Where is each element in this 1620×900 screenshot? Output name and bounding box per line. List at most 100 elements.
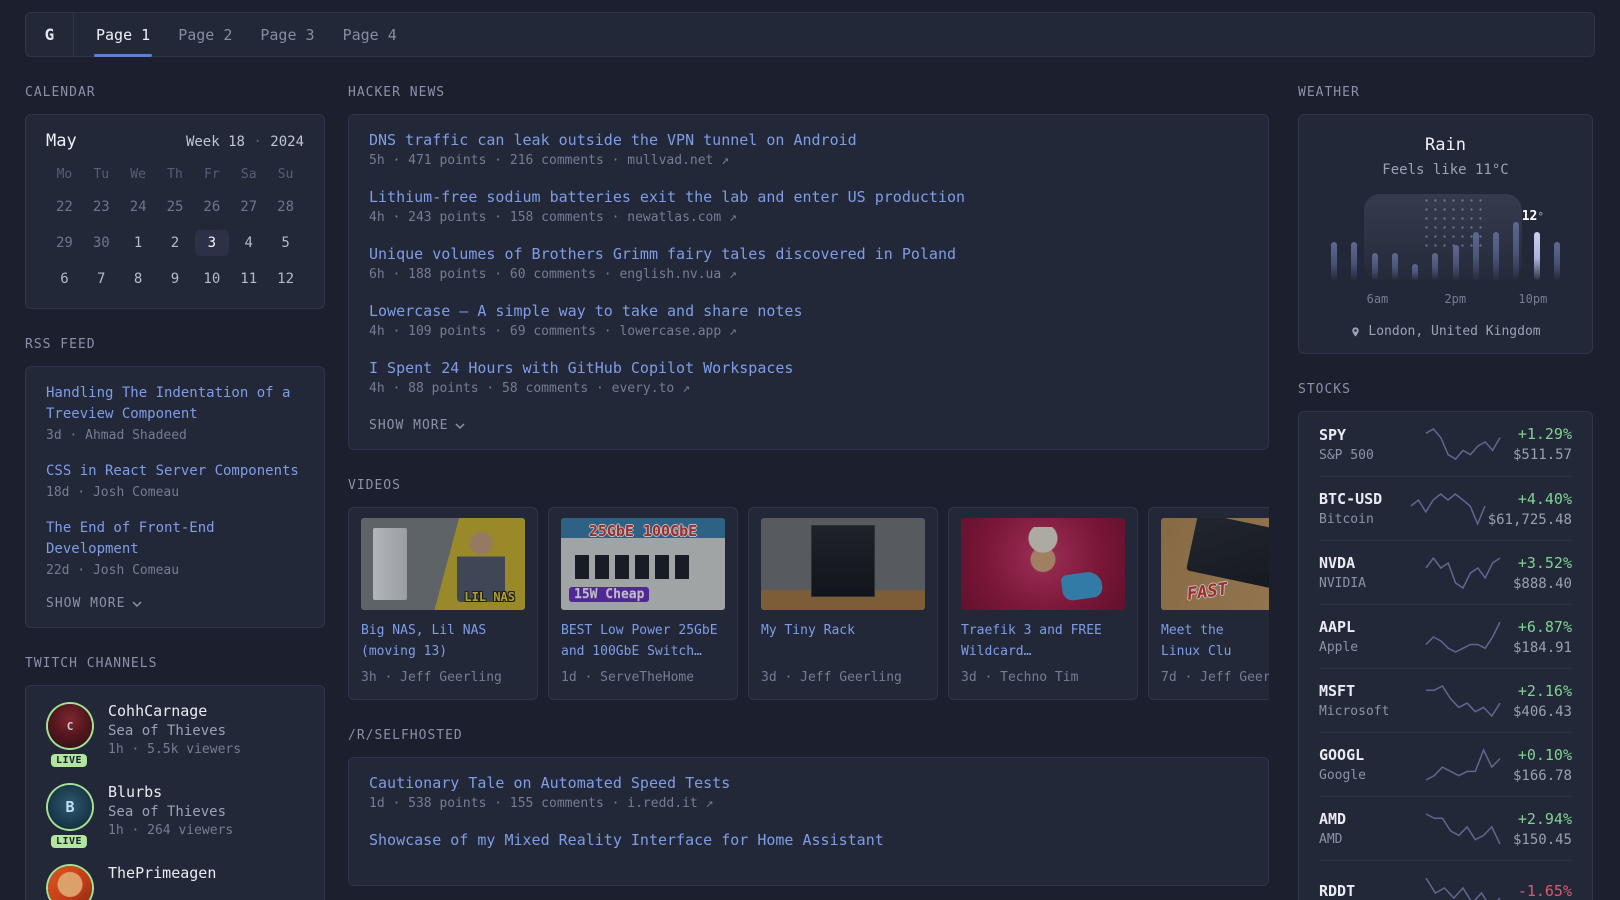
calendar-day: 7 — [83, 266, 120, 292]
live-badge: LIVE — [51, 754, 87, 767]
reddit-card: Cautionary Tale on Automated Speed Tests… — [348, 757, 1269, 886]
stock-row-rddt[interactable]: RDDT -1.65% — [1319, 860, 1572, 900]
video-thumbnail[interactable]: LIL NAS — [361, 518, 525, 610]
video-meta: 3d · Techno Tim — [961, 670, 1125, 685]
video-card[interactable]: 25GbE 100GbE 15W Cheap BEST Low Power 25… — [548, 507, 738, 700]
calendar-day: 10 — [193, 266, 230, 292]
stock-row-msft[interactable]: MSFT Microsoft +2.16% $406.43 — [1319, 668, 1572, 732]
hn-item-title[interactable]: DNS traffic can leak outside the VPN tun… — [369, 131, 1248, 149]
avatar: B LIVE — [46, 783, 92, 838]
rss-item: Handling The Indentation of a Treeview C… — [46, 383, 304, 443]
rss-item-meta: 18d · Josh Comeau — [46, 485, 304, 500]
video-thumbnail[interactable] — [961, 518, 1125, 610]
rss-item-title[interactable]: The End of Front-End Development — [46, 518, 304, 560]
avatar: C LIVE — [46, 702, 92, 757]
live-badge: LIVE — [51, 835, 87, 848]
thumbnail-dim-overlay — [1161, 518, 1269, 610]
highlighted-temperature-label: 12° — [1522, 209, 1544, 224]
reddit-item-title[interactable]: Showcase of my Mixed Reality Interface f… — [369, 831, 1248, 849]
left-column: CALENDAR May Week 18 · 2024 MoTuWeThFrSa… — [25, 57, 325, 900]
video-thumbnail[interactable]: 25GbE 100GbE 15W Cheap — [561, 518, 725, 610]
channel-name[interactable]: ThePrimeagen — [108, 864, 216, 882]
rss-item-title[interactable]: CSS in React Server Components — [46, 461, 304, 482]
calendar-weekday: Sa — [230, 167, 267, 182]
video-thumbnail[interactable]: FAST — [1161, 518, 1269, 610]
video-meta: 1d · ServeTheHome — [561, 670, 725, 685]
rss-card: Handling The Indentation of a Treeview C… — [25, 366, 325, 628]
stock-symbol: GOOGL — [1319, 746, 1423, 764]
stock-row-aapl[interactable]: AAPL Apple +6.87% $184.91 — [1319, 604, 1572, 668]
stock-sparkline — [1423, 426, 1503, 462]
calendar-day: 5 — [267, 230, 304, 256]
hn-item-title[interactable]: Unique volumes of Brothers Grimm fairy t… — [369, 245, 1248, 263]
calendar-day: 26 — [193, 194, 230, 220]
video-title[interactable]: BEST Low Power 25GbE and 100GbE Switch… — [561, 620, 725, 662]
hn-item-title[interactable]: Lowercase – A simple way to take and sha… — [369, 302, 1248, 320]
channel-name[interactable]: Blurbs — [108, 783, 233, 801]
stock-row-spy[interactable]: SPY S&P 500 +1.29% $511.57 — [1319, 412, 1572, 476]
temperature-bars — [1329, 194, 1562, 280]
weather-hourly-chart: 12° — [1329, 194, 1562, 290]
stock-sparkline — [1423, 747, 1503, 783]
twitch-channel-theprimeagen[interactable]: ThePrimeagen — [46, 864, 304, 900]
channel-name[interactable]: CohhCarnage — [108, 702, 241, 720]
tab-page-2[interactable]: Page 2 — [164, 13, 246, 56]
stock-name: Bitcoin — [1319, 512, 1408, 527]
stock-row-googl[interactable]: GOOGL Google +0.10% $166.78 — [1319, 732, 1572, 796]
stock-price: $150.45 — [1503, 832, 1572, 848]
rss-show-more-button[interactable]: SHOW MORE — [46, 596, 304, 611]
stock-row-btc-usd[interactable]: BTC-USD Bitcoin +4.40% $61,725.48 — [1319, 476, 1572, 540]
rss-item-title[interactable]: Handling The Indentation of a Treeview C… — [46, 383, 304, 425]
stock-change: +4.40% — [1488, 490, 1572, 508]
hn-item-title[interactable]: I Spent 24 Hours with GitHub Copilot Wor… — [369, 359, 1248, 377]
hn-show-more-button[interactable]: SHOW MORE — [369, 418, 1248, 433]
twitch-channel-blurbs[interactable]: B LIVE Blurbs Sea of Thieves 1h · 264 vi… — [46, 783, 304, 838]
stock-row-amd[interactable]: AMD AMD +2.94% $150.45 — [1319, 796, 1572, 860]
videos-widget: VIDEOS LIL NAS Big NAS, Lil NAS (moving … — [348, 478, 1269, 700]
calendar-day: 27 — [230, 194, 267, 220]
channel-avatar: C — [48, 704, 92, 748]
reddit-item-title[interactable]: Cautionary Tale on Automated Speed Tests — [369, 774, 1248, 792]
hn-item-title[interactable]: Lithium-free sodium batteries exit the l… — [369, 188, 1248, 206]
twitch-channel-cohhcarnage[interactable]: C LIVE CohhCarnage Sea of Thieves 1h · 5… — [46, 702, 304, 757]
stock-row-nvda[interactable]: NVDA NVIDIA +3.52% $888.40 — [1319, 540, 1572, 604]
calendar-day: 22 — [46, 194, 83, 220]
video-card[interactable]: My Tiny Rack 3d · Jeff Geerling — [748, 507, 938, 700]
temperature-bar — [1392, 253, 1398, 280]
hn-item-meta: 6h · 188 points · 60 comments · english.… — [369, 267, 1248, 282]
calendar-day: 29 — [46, 230, 83, 256]
video-card[interactable]: LIL NAS Big NAS, Lil NAS (moving 13) 3h … — [348, 507, 538, 700]
reddit-section-label: /R/SELFHOSTED — [348, 728, 1269, 743]
temperature-bar — [1432, 253, 1438, 280]
temperature-bar — [1351, 242, 1357, 280]
video-thumbnail[interactable] — [761, 518, 925, 610]
hackernews-widget: HACKER NEWS DNS traffic can leak outside… — [348, 85, 1269, 450]
stocks-section-label: STOCKS — [1298, 382, 1593, 397]
calendar-weekday: Su — [267, 167, 304, 182]
video-card[interactable]: Traefik 3 and FREE Wildcard… 3d · Techno… — [948, 507, 1138, 700]
video-title[interactable]: Meet the Linux Clu — [1161, 620, 1269, 662]
calendar-section-label: CALENDAR — [25, 85, 325, 100]
video-title[interactable]: Big NAS, Lil NAS (moving 13) — [361, 620, 525, 662]
stock-price: $184.91 — [1503, 640, 1572, 656]
stock-sparkline — [1423, 619, 1503, 655]
tab-page-3[interactable]: Page 3 — [246, 13, 328, 56]
tab-page-1[interactable]: Page 1 — [82, 13, 164, 56]
tab-page-4[interactable]: Page 4 — [329, 13, 411, 56]
stock-price: $888.40 — [1503, 576, 1572, 592]
calendar-day: 1 — [120, 230, 157, 256]
video-card[interactable]: FAST Meet the Linux Clu 7d · Jeff Geerli… — [1148, 507, 1269, 700]
channel-meta: 1h · 5.5k viewers — [108, 742, 241, 757]
time-axis-labels: 6am2pm10pm — [1329, 292, 1562, 308]
rss-widget: RSS FEED Handling The Indentation of a T… — [25, 337, 325, 628]
reddit-widget: /R/SELFHOSTED Cautionary Tale on Automat… — [348, 728, 1269, 886]
video-title[interactable]: Traefik 3 and FREE Wildcard… — [961, 620, 1125, 662]
weather-section-label: WEATHER — [1298, 85, 1593, 100]
stock-sparkline — [1423, 683, 1503, 719]
app-logo[interactable]: G — [26, 13, 74, 56]
calendar-day: 8 — [120, 266, 157, 292]
hn-item-meta: 4h · 109 points · 69 comments · lowercas… — [369, 324, 1248, 339]
calendar-widget: CALENDAR May Week 18 · 2024 MoTuWeThFrSa… — [25, 85, 325, 309]
video-title[interactable]: My Tiny Rack — [761, 620, 925, 662]
calendar-day: 12 — [267, 266, 304, 292]
